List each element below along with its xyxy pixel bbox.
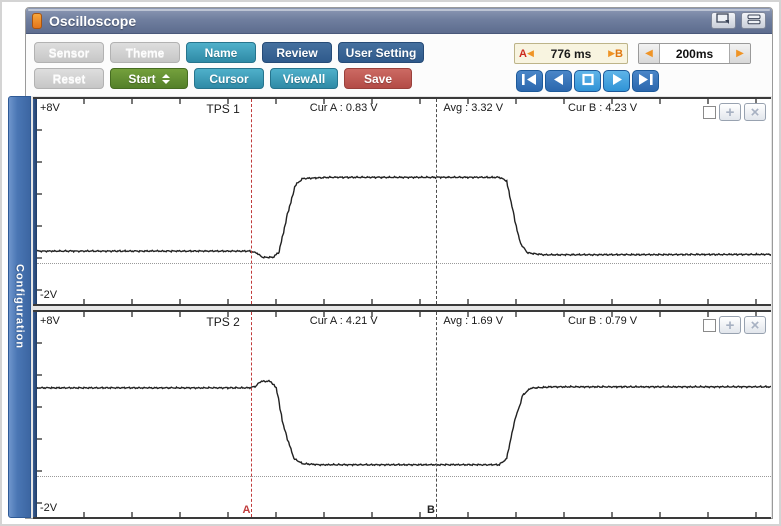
close-icon: × (750, 103, 760, 121)
timebase-selector: ◀ 200ms ▶ (638, 43, 751, 64)
float-window-button[interactable] (711, 12, 736, 29)
cursor-a-label: A (519, 47, 527, 60)
toolbar-row-2: Reset Start Cursor ViewAll Save (34, 68, 424, 89)
cursor-button[interactable]: Cursor (194, 68, 264, 89)
channel-zoom-button[interactable]: + (719, 316, 741, 334)
save-button[interactable]: Save (344, 68, 412, 89)
cursor-a-line[interactable] (251, 312, 253, 517)
skip-to-start-icon (520, 72, 539, 90)
step-back-button[interactable] (545, 70, 572, 92)
cursor-b-arrow-icon[interactable]: ▶ (608, 48, 615, 59)
play-button[interactable] (603, 70, 630, 92)
timebase-value: 200ms (660, 44, 729, 63)
avg-reading: Avg : 1.69 V (443, 315, 504, 327)
cursor-b-line[interactable] (435, 99, 437, 304)
close-icon: × (750, 316, 760, 334)
right-arrow-icon: ▶ (736, 48, 744, 59)
waveform-tps1 (37, 99, 771, 304)
channel-name: TPS 2 (206, 315, 240, 329)
window-title: Oscilloscope (49, 12, 137, 29)
v-top-label: +8V (40, 102, 60, 114)
cursor-b-line[interactable] (435, 312, 437, 517)
stop-icon (580, 72, 596, 90)
v-bottom-label: -2V (40, 502, 58, 514)
title-bar: Oscilloscope (26, 8, 772, 34)
v-bottom-label: -2V (40, 289, 58, 301)
theme-button[interactable]: Theme (110, 42, 180, 63)
cursor-b-label: B (615, 47, 623, 60)
channel-checkbox[interactable] (703, 105, 716, 119)
minimize-icon (747, 13, 761, 28)
ab-time-value: 776 ms (550, 46, 592, 61)
cursor-a-reading: Cur A : 0.83 V (309, 102, 378, 114)
configuration-tab[interactable]: Configuration (8, 96, 31, 518)
scope-area: Configuration +8V TPS 1 Cur A : 0.83 V A… (8, 96, 772, 519)
start-button[interactable]: Start (110, 68, 188, 89)
cursor-a-bottom-label: A (242, 504, 251, 516)
skip-to-end-button[interactable] (632, 70, 659, 92)
channel-panel-tps2: +8V TPS 2 Cur A : 4.21 V Avg : 1.69 V Cu… (33, 310, 771, 519)
cursor-a-line[interactable] (251, 99, 253, 304)
channel-close-button[interactable]: × (744, 316, 766, 334)
plus-icon: + (725, 316, 735, 334)
cursor-b-reading: Cur B : 4.23 V (568, 102, 638, 114)
left-arrow-icon: ◀ (645, 48, 653, 59)
timebase-decrease-button[interactable]: ◀ (639, 44, 660, 63)
cursor-ab-time-readout: A ◀ 776 ms ▶ B (514, 43, 628, 64)
review-button[interactable]: Review (262, 42, 332, 63)
cursor-a-reading: Cur A : 4.21 V (309, 315, 378, 327)
configuration-tab-label: Configuration (13, 264, 26, 350)
plus-icon: + (725, 103, 735, 121)
reset-button[interactable]: Reset (34, 68, 104, 89)
name-button[interactable]: Name (186, 42, 256, 63)
oscilloscope-window: Oscilloscope Sensor Theme Name Review Us… (8, 7, 773, 519)
step-back-icon (549, 72, 568, 90)
waveform-tps2 (37, 312, 771, 517)
start-dropdown-icon (161, 73, 170, 84)
play-icon (607, 72, 626, 90)
transport-controls (516, 70, 659, 92)
app-icon (32, 12, 42, 29)
toolbar: Sensor Theme Name Review User Setting Re… (26, 34, 772, 96)
v-top-label: +8V (40, 315, 60, 327)
cursor-b-bottom-label: B (426, 504, 435, 516)
channel-name: TPS 1 (206, 102, 240, 116)
stop-button[interactable] (574, 70, 601, 92)
skip-to-end-icon (636, 72, 655, 90)
float-window-icon (716, 13, 731, 28)
user-setting-button[interactable]: User Setting (338, 42, 424, 63)
viewall-button[interactable]: ViewAll (270, 68, 338, 89)
channel-zoom-button[interactable]: + (719, 103, 741, 121)
timebase-increase-button[interactable]: ▶ (729, 44, 750, 63)
toolbar-row-1: Sensor Theme Name Review User Setting (34, 42, 424, 63)
minimize-button[interactable] (741, 12, 766, 29)
channel-close-button[interactable]: × (744, 103, 766, 121)
channel-checkbox[interactable] (703, 318, 716, 332)
skip-to-start-button[interactable] (516, 70, 543, 92)
channel-panel-tps1: +8V TPS 1 Cur A : 0.83 V Avg : 3.32 V Cu… (33, 97, 771, 306)
cursor-b-reading: Cur B : 0.79 V (568, 315, 638, 327)
avg-reading: Avg : 3.32 V (443, 102, 504, 114)
cursor-a-arrow-icon[interactable]: ◀ (527, 48, 534, 59)
sensor-button[interactable]: Sensor (34, 42, 104, 63)
